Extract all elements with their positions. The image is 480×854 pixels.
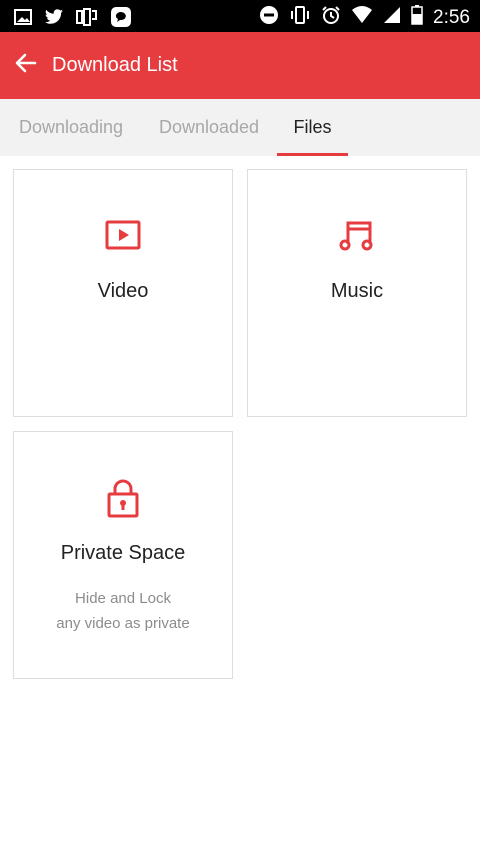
tab-label: Files	[293, 117, 332, 137]
card-title: Music	[330, 280, 384, 302]
status-bar: 2:56	[0, 0, 480, 32]
card-title: Video	[97, 280, 149, 302]
alarm-icon	[321, 5, 341, 30]
chat-icon	[110, 6, 132, 33]
active-tab-indicator	[277, 153, 348, 156]
video-play-icon	[105, 220, 141, 255]
battery-icon	[411, 5, 423, 30]
tab-files[interactable]: Files	[277, 99, 348, 156]
private-space-card[interactable]: Private Space Hide and Lock any video as…	[13, 431, 233, 679]
signal-icon	[383, 6, 401, 29]
wifi-icon	[351, 6, 373, 29]
image-icon	[14, 8, 32, 31]
video-card[interactable]: Video	[13, 169, 233, 417]
app-bar: Download List	[0, 32, 480, 99]
tab-downloading[interactable]: Downloading	[16, 99, 126, 156]
tab-downloaded[interactable]: Downloaded	[156, 99, 262, 156]
card-description-line1: Hide and Lock	[75, 590, 171, 607]
back-button[interactable]	[0, 32, 52, 99]
status-time: 2:56	[433, 6, 470, 28]
tab-label: Downloading	[18, 117, 124, 137]
dnd-icon	[259, 5, 279, 30]
tab-bar: Downloading Downloaded Files	[0, 99, 480, 156]
status-right-icons: 2:56	[259, 5, 470, 30]
arrow-left-icon	[14, 51, 38, 80]
tab-label: Downloaded	[158, 117, 260, 137]
vibrate-icon	[289, 5, 311, 30]
app-icon	[76, 8, 98, 31]
music-note-icon	[339, 218, 375, 257]
status-left-icons	[14, 6, 132, 33]
page-title: Download List	[52, 54, 178, 76]
twitter-icon	[44, 8, 64, 31]
lock-icon	[106, 478, 140, 523]
card-description-line2: any video as private	[56, 615, 190, 632]
music-card[interactable]: Music	[247, 169, 467, 417]
card-title: Private Space	[60, 542, 186, 564]
